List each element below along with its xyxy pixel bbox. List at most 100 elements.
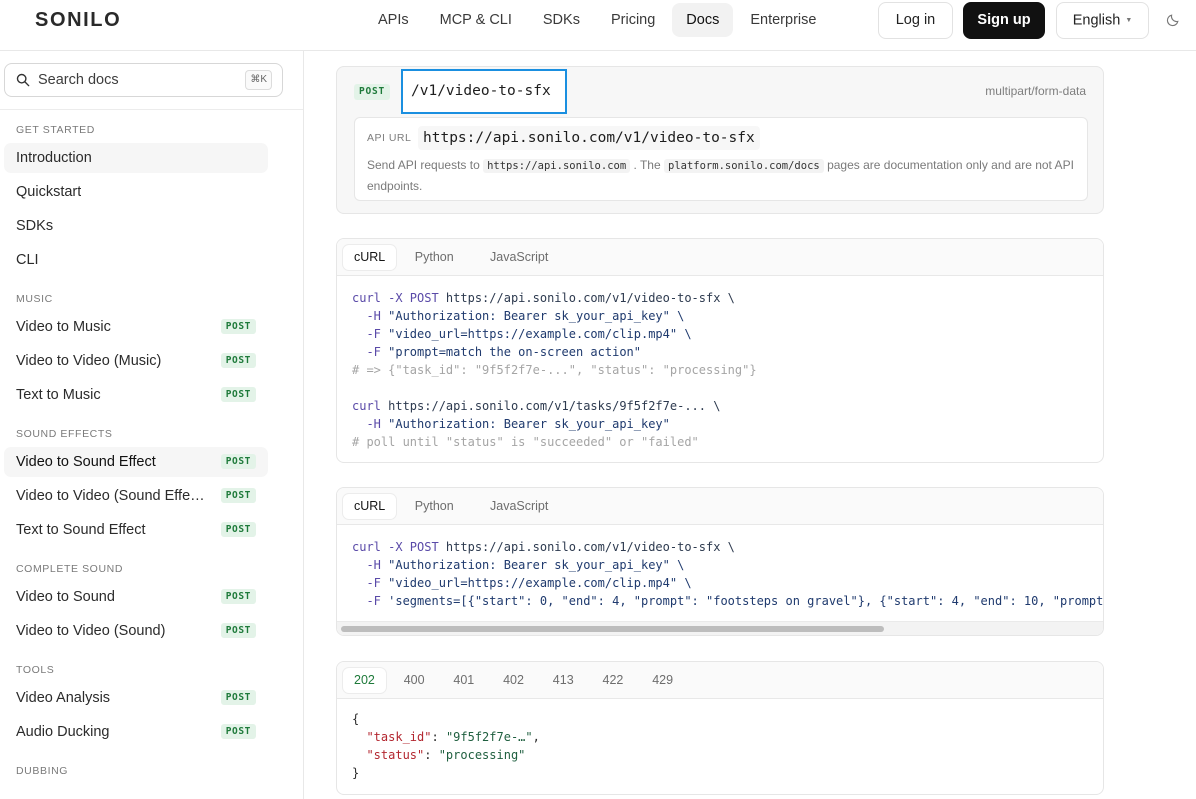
nav-link-enterprise[interactable]: Enterprise: [736, 3, 830, 37]
nav-link-pricing[interactable]: Pricing: [597, 3, 669, 37]
sidebar-item-video-to-sound[interactable]: Video to Sound POST: [4, 582, 268, 612]
post-badge: POST: [220, 454, 256, 469]
tab-javascript[interactable]: JavaScript: [479, 245, 559, 270]
code-line: {: [352, 710, 540, 728]
signup-button[interactable]: Sign up: [963, 2, 1045, 39]
sidebar-item-sdks[interactable]: SDKs: [4, 211, 268, 241]
method-badge: POST: [354, 84, 391, 100]
horizontal-scrollbar[interactable]: [337, 621, 1103, 635]
scrollbar-thumb[interactable]: [341, 626, 884, 632]
search-input[interactable]: Search docs ⌘K: [4, 63, 283, 97]
code-token: "9f5f2f7e-…": [445, 730, 533, 744]
sidebar-item-video-to-sound-effect[interactable]: Video to Sound Effect POST: [4, 447, 268, 477]
sidebar-item-audio-ducking[interactable]: Audio Ducking POST: [4, 717, 268, 747]
code-line: -F 'segments=[{"start": 0, "end": 4, "pr…: [352, 592, 1103, 610]
sidebar-item-video-to-music[interactable]: Video to Music POST: [4, 312, 268, 342]
code-token: "prompt=match the on-screen action": [388, 345, 641, 359]
status-tab-402[interactable]: 402: [492, 668, 535, 693]
moon-icon[interactable]: [1166, 13, 1180, 27]
sidebar-item-text-to-music[interactable]: Text to Music POST: [4, 380, 268, 410]
code-token: {: [352, 712, 360, 726]
code-token: curl -X POST: [352, 291, 446, 305]
content-type: multipart/form-data: [985, 84, 1086, 98]
code-token: :: [431, 730, 446, 744]
sidebar-item-video-analysis[interactable]: Video Analysis POST: [4, 683, 268, 713]
sidebar-item-quickstart[interactable]: Quickstart: [4, 177, 268, 207]
sidebar-group-title: MUSIC: [16, 293, 53, 305]
sidebar-group-title: SOUND EFFECTS: [16, 428, 113, 440]
endpoint-path-text: /v1/video-to-sfx: [411, 83, 551, 99]
endpoint-path[interactable]: /v1/video-to-sfx: [401, 69, 567, 114]
code-line: -F "video_url=https://example.com/clip.m…: [352, 574, 1103, 592]
post-badge: POST: [220, 589, 256, 604]
sidebar-item-label: Video to Video (Sound Effe…: [16, 488, 205, 504]
sidebar-item-video-to-video-music[interactable]: Video to Video (Music) POST: [4, 346, 268, 376]
nav-link-sdks[interactable]: SDKs: [529, 3, 594, 37]
top-navbar: SONILO APIs MCP & CLI SDKs Pricing Docs Enter…: [0, 0, 1196, 51]
docs-sidebar: Search docs ⌘K GET STARTED Introduction Qu…: [0, 51, 304, 799]
search-placeholder: Search docs: [38, 72, 119, 88]
nav-link-docs[interactable]: Docs: [672, 3, 734, 37]
code-token: -F: [352, 345, 389, 359]
note-text: . The: [633, 158, 661, 172]
tab-curl[interactable]: cURL: [343, 245, 397, 270]
status-tab-429[interactable]: 429: [641, 668, 684, 693]
tab-python[interactable]: Python: [404, 494, 465, 519]
sidebar-item-cli[interactable]: CLI: [4, 245, 268, 275]
code-token: curl: [352, 399, 389, 413]
code-tabs: cURL Python JavaScript: [337, 488, 1103, 525]
code-token: curl -X POST: [352, 540, 446, 554]
post-badge: POST: [220, 387, 256, 402]
code-line: curl https://api.sonilo.com/v1/tasks/9f5…: [352, 397, 757, 415]
code-token: "video_url=https://example.com/clip.mp4"…: [388, 576, 692, 590]
sidebar-item-label: Text to Sound Effect: [16, 522, 146, 538]
response-card: 202 400 401 402 413 422 429 { "task_id": "9f5f…: [336, 661, 1104, 795]
code-line: -H "Authorization: Bearer sk_your_api_ke…: [352, 556, 1103, 574]
sidebar-item-label: SDKs: [16, 218, 54, 234]
sidebar-item-video-to-video-sound[interactable]: Video to Video (Sound) POST: [4, 616, 268, 646]
language-label: English: [1072, 12, 1121, 29]
code-token: -H: [352, 309, 389, 323]
sidebar-item-label: Video to Sound: [16, 589, 115, 605]
logo[interactable]: SONILO: [35, 9, 121, 31]
status-tab-202[interactable]: 202: [343, 668, 386, 693]
code-line: -F "video_url=https://example.com/clip.m…: [352, 325, 757, 343]
login-button[interactable]: Log in: [878, 2, 953, 39]
code-token: "task_id": [366, 730, 432, 744]
sidebar-item-label: Quickstart: [16, 184, 82, 200]
tab-python[interactable]: Python: [404, 245, 465, 270]
sidebar-item-text-to-sound-effect[interactable]: Text to Sound Effect POST: [4, 515, 268, 545]
tab-curl[interactable]: cURL: [343, 494, 397, 519]
response-status-tabs: 202 400 401 402 413 422 429: [337, 662, 1103, 699]
nav-link-mcp-cli[interactable]: MCP & CLI: [426, 3, 526, 37]
sidebar-item-label: Video to Sound Effect: [16, 454, 156, 470]
sidebar-item-label: Video Analysis: [16, 690, 111, 706]
status-tab-413[interactable]: 413: [542, 668, 585, 693]
sidebar-item-video-to-video-sound-effe[interactable]: Video to Video (Sound Effe… POST: [4, 481, 268, 511]
api-url-value[interactable]: https://api.sonilo.com/v1/video-to-sfx: [418, 126, 760, 150]
code-example-card: cURL Python JavaScript curl -X POST https:…: [336, 238, 1104, 463]
status-tab-401[interactable]: 401: [442, 668, 485, 693]
response-json: { "task_id": "9f5f2f7e-…", "status": "pr…: [352, 710, 540, 782]
status-tab-422[interactable]: 422: [592, 668, 635, 693]
chevron-down-icon: ▼: [1125, 17, 1133, 24]
code-block: curl -X POST https://api.sonilo.com/v1/v…: [352, 289, 757, 451]
tab-javascript[interactable]: JavaScript: [479, 494, 559, 519]
code-token: # poll until "status" is "succeeded" or …: [352, 435, 699, 449]
api-url-label: API URL: [367, 132, 412, 144]
code-token: # => {"task_id": "9f5f2f7e-...", "status…: [352, 363, 757, 377]
nav-link-apis[interactable]: APIs: [364, 3, 423, 37]
code-token: :: [424, 748, 439, 762]
code-line: # poll until "status" is "succeeded" or …: [352, 433, 757, 451]
sidebar-item-introduction[interactable]: Introduction: [4, 143, 268, 173]
status-tab-400[interactable]: 400: [393, 668, 436, 693]
code-token: ,: [532, 730, 540, 744]
primary-nav: APIs MCP & CLI SDKs Pricing Docs Enterprise: [364, 3, 833, 37]
language-select[interactable]: English ▼: [1056, 2, 1149, 39]
sidebar-item-label: CLI: [16, 252, 39, 268]
divider: [0, 109, 303, 110]
post-badge: POST: [220, 353, 256, 368]
code-token: }: [352, 766, 360, 780]
